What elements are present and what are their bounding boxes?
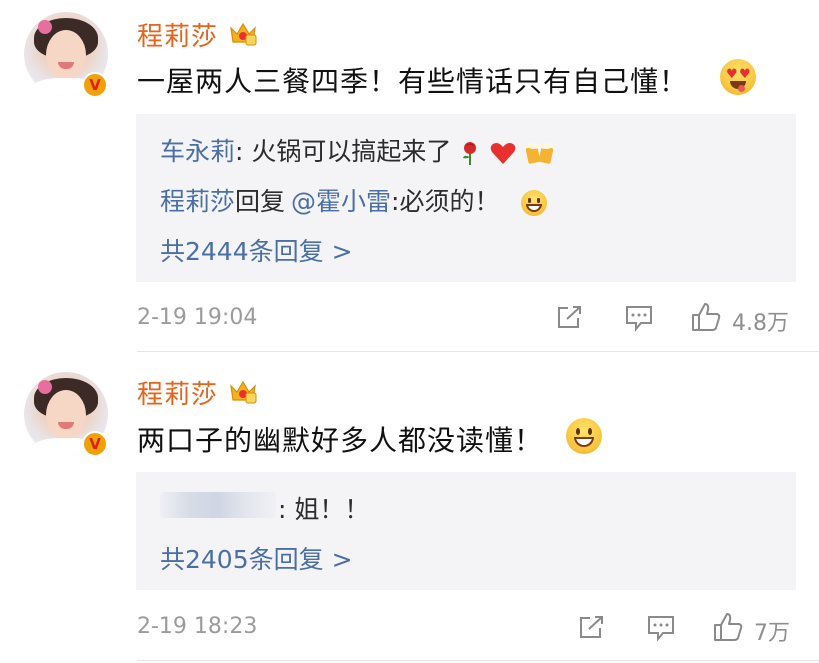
blurred-username <box>160 492 276 518</box>
like-icon[interactable] <box>690 301 722 333</box>
reply-box: 车永莉: 火锅可以搞起来了 程莉莎回复 @霍小雷:必须的！ 共2444条回复 > <box>136 114 796 282</box>
share-icon[interactable] <box>578 614 606 640</box>
reply-line[interactable]: 程莉莎回复 @霍小雷:必须的！ <box>160 182 548 218</box>
grin-emoji <box>566 418 602 454</box>
grin-emoji <box>521 190 548 216</box>
more-replies-link[interactable]: 共2444条回复 > <box>160 232 353 268</box>
verified-badge-icon: V <box>82 72 108 98</box>
comment-item: V 程莉莎 两口子的幽默好多人都没读懂！ : 姐！！ 共2405条回复 > 2-… <box>0 352 819 663</box>
divider <box>137 660 819 661</box>
comment-text: 一屋两人三餐四季！有些情话只有自己懂！ <box>137 65 689 98</box>
timestamp: 2-19 18:23 <box>137 614 258 639</box>
comment-item: V 程莉莎 一屋两人三餐四季！有些情话只有自己懂！ ♥ ♥ 车永莉: 火锅可以搞… <box>0 0 819 352</box>
reply-box: : 姐！！ 共2405条回复 > <box>136 472 796 590</box>
heart-icon <box>491 143 516 164</box>
timestamp: 2-19 19:04 <box>137 305 258 330</box>
verified-badge-icon: V <box>82 431 108 457</box>
like-count: 7万 <box>754 621 790 646</box>
comment-icon[interactable] <box>624 304 654 332</box>
comment-icon[interactable] <box>646 614 676 642</box>
username[interactable]: 程莉莎 <box>137 374 218 411</box>
like-count: 4.8万 <box>732 311 789 336</box>
like-icon[interactable] <box>712 611 744 643</box>
heart-eyes-emoji: ♥ ♥ <box>720 59 756 95</box>
reply-line[interactable]: 车永莉: 火锅可以搞起来了 <box>160 132 555 168</box>
rose-icon <box>463 142 477 165</box>
reply-author[interactable]: 程莉莎 <box>160 187 235 216</box>
reply-line[interactable]: : 姐！！ <box>278 490 369 526</box>
reply-author[interactable]: 车永莉 <box>160 137 235 166</box>
crown-icon <box>230 22 257 46</box>
beer-cheers-icon <box>526 143 554 164</box>
comment-text: 两口子的幽默好多人都没读懂！ <box>137 424 544 457</box>
crown-icon <box>230 380 257 404</box>
more-replies-link[interactable]: 共2405条回复 > <box>160 540 353 576</box>
share-icon[interactable] <box>556 304 584 330</box>
username[interactable]: 程莉莎 <box>137 16 218 53</box>
mention-link[interactable]: @霍小雷 <box>291 187 391 216</box>
